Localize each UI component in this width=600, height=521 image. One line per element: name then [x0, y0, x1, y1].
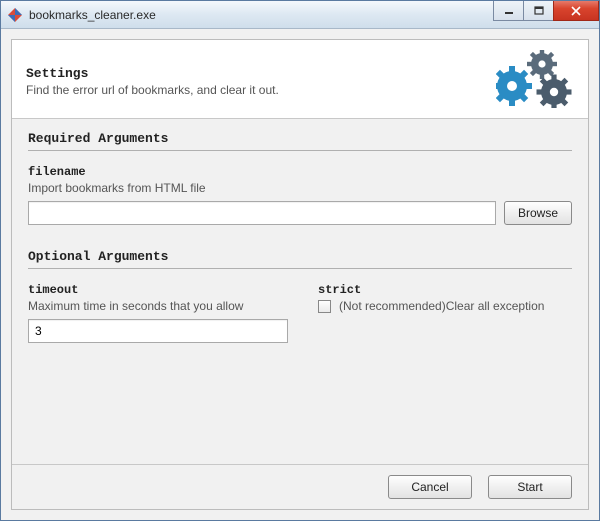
titlebar: bookmarks_cleaner.exe: [1, 1, 599, 29]
gears-icon: [496, 50, 574, 108]
timeout-label: timeout: [28, 283, 288, 297]
window-title: bookmarks_cleaner.exe: [29, 8, 156, 22]
timeout-hint: Maximum time in seconds that you allow: [28, 299, 288, 313]
start-button[interactable]: Start: [488, 475, 572, 499]
close-button[interactable]: [553, 1, 599, 21]
window-controls: [493, 1, 599, 21]
app-icon: [7, 7, 23, 23]
strict-checkbox[interactable]: [318, 300, 331, 313]
header: Settings Find the error url of bookmarks…: [12, 40, 588, 119]
minimize-button[interactable]: [493, 1, 523, 21]
content-area: Required Arguments filename Import bookm…: [12, 119, 588, 464]
app-window: bookmarks_cleaner.exe Settings Find the …: [0, 0, 600, 521]
main-panel: Settings Find the error url of bookmarks…: [11, 39, 589, 510]
page-description: Find the error url of bookmarks, and cle…: [26, 83, 279, 97]
strict-label: strict: [318, 283, 572, 297]
filename-input[interactable]: [28, 201, 496, 225]
timeout-input[interactable]: [28, 319, 288, 343]
footer: Cancel Start: [12, 464, 588, 509]
client-area: Settings Find the error url of bookmarks…: [1, 29, 599, 520]
cancel-button[interactable]: Cancel: [388, 475, 472, 499]
page-title: Settings: [26, 66, 279, 81]
optional-section-title: Optional Arguments: [28, 249, 572, 269]
filename-hint: Import bookmarks from HTML file: [28, 181, 572, 195]
browse-button[interactable]: Browse: [504, 201, 572, 225]
required-section-title: Required Arguments: [28, 131, 572, 151]
maximize-button[interactable]: [523, 1, 553, 21]
filename-label: filename: [28, 165, 572, 179]
strict-text: (Not recommended)Clear all exception: [339, 299, 544, 313]
